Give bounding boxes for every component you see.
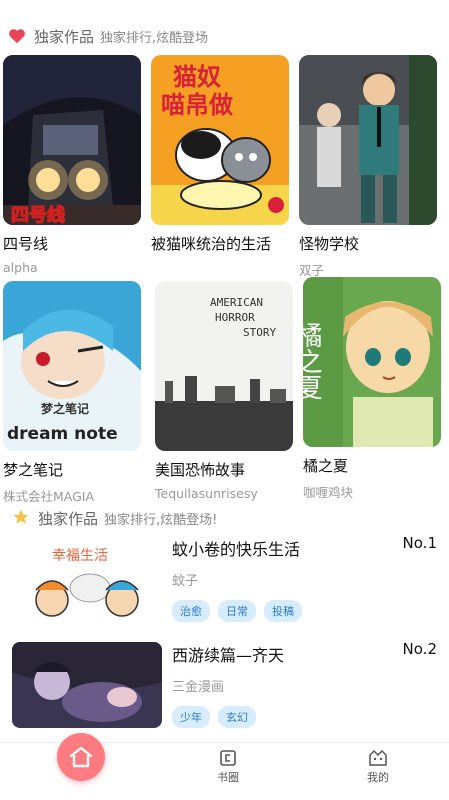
cover-title-text: 梦之笔记	[41, 401, 89, 416]
cover-title-text: STORY	[243, 326, 276, 339]
section-header-ranking: 独家作品 独家排行,炫酷登场!	[12, 506, 217, 529]
section-title: 独家作品	[38, 510, 99, 528]
bottom-tab-bar: 书圈 我的	[0, 733, 449, 800]
comic-card[interactable]: 猫奴 喵帛做 被猫咪统治的生活	[151, 55, 291, 260]
thumb-caption: 幸福生活	[52, 548, 108, 564]
comic-cover-horror[interactable]: AMERICAN HORROR STORY	[155, 281, 293, 451]
star-icon	[12, 508, 32, 526]
comic-card[interactable]: 四号线 四号线 alpha	[3, 55, 143, 275]
comic-name[interactable]: 怪物学校	[299, 233, 439, 254]
comic-card[interactable]: 梦之笔记 dream note 梦之笔记 株式会社MAGIA	[3, 281, 143, 505]
heart-icon	[8, 28, 28, 46]
comic-card[interactable]: 怪物学校 双子	[299, 55, 439, 279]
comic-cover-summer[interactable]: 橘之夏	[303, 277, 441, 447]
ranking-title[interactable]: 西游续篇—齐天	[172, 642, 284, 666]
ranking-thumbnail[interactable]	[12, 642, 162, 728]
ranking-author: 三金漫画	[172, 680, 225, 695]
tag-badge[interactable]: 少年	[172, 706, 210, 728]
section-header-exclusive: 独家作品 独家排行,炫酷登场	[8, 26, 208, 47]
tab-mine[interactable]: 我的	[358, 749, 398, 785]
tag-badge[interactable]: 治愈	[172, 600, 210, 622]
cover-title-text: AMERICAN	[210, 296, 263, 309]
section-title: 独家作品	[34, 28, 95, 46]
tab-bookshelf[interactable]: 书圈	[208, 749, 248, 785]
section-subtitle: 独家排行,炫酷登场!	[104, 513, 218, 528]
cover-title-text: 猫奴	[173, 63, 221, 91]
comic-name[interactable]: 梦之笔记	[3, 459, 143, 480]
comic-author: 咖喱鸡块	[303, 485, 354, 500]
comic-name[interactable]: 被猫咪统治的生活	[151, 233, 291, 254]
tag-badge[interactable]: 玄幻	[218, 706, 256, 728]
comic-name[interactable]: 美国恐怖故事	[155, 459, 295, 480]
comic-author: 株式会社MAGIA	[3, 489, 95, 504]
cover-title-text: dream note	[7, 424, 118, 444]
ranking-number: No.2	[402, 640, 437, 658]
cover-title-text: 喵帛做	[161, 91, 233, 119]
comic-author: alpha	[3, 260, 38, 275]
cover-title-text: HORROR	[215, 311, 255, 324]
ranking-number: No.1	[402, 534, 437, 552]
comic-name[interactable]: 四号线	[3, 233, 143, 254]
ranking-title[interactable]: 蚊小卷的快乐生活	[172, 536, 300, 560]
comic-cover-monster[interactable]	[299, 55, 437, 225]
bookshelf-icon	[220, 750, 236, 766]
comic-cover-cat[interactable]: 猫奴 喵帛做	[151, 55, 289, 225]
ranking-author: 蚊子	[172, 574, 199, 589]
tab-label: 书圈	[217, 771, 239, 784]
ranking-thumbnail[interactable]: 幸福生活	[12, 538, 162, 624]
user-icon	[369, 749, 387, 766]
comic-card[interactable]: AMERICAN HORROR STORY 美国恐怖故事 Tequilasunr…	[155, 281, 295, 501]
tab-label: 我的	[367, 771, 389, 784]
tab-home[interactable]	[57, 733, 105, 781]
ranking-row[interactable]: 西游续篇—齐天 三金漫画 少年 玄幻 No.2	[0, 636, 449, 736]
cover-title-text: 橘之夏	[303, 322, 322, 400]
ranking-tags: 治愈 日常 投稿	[172, 600, 302, 622]
comic-name[interactable]: 橘之夏	[303, 455, 443, 476]
comic-card[interactable]: 橘之夏 橘之夏 咖喱鸡块	[303, 277, 443, 501]
section-subtitle: 独家排行,炫酷登场	[100, 31, 209, 46]
cover-title-text: 四号线	[11, 204, 65, 225]
comic-cover-dream-note[interactable]: 梦之笔记 dream note	[3, 281, 141, 451]
comic-cover-line4[interactable]: 四号线	[3, 55, 141, 225]
ranking-row[interactable]: 幸福生活 蚊小卷的快乐生活 蚊子 治愈 日常 投稿 No.1	[0, 530, 449, 630]
ranking-tags: 少年 玄幻	[172, 706, 256, 728]
tag-badge[interactable]: 投稿	[264, 600, 302, 622]
tag-badge[interactable]: 日常	[218, 600, 256, 622]
comic-author: Tequilasunrisesy	[155, 486, 258, 501]
home-icon	[69, 746, 93, 768]
